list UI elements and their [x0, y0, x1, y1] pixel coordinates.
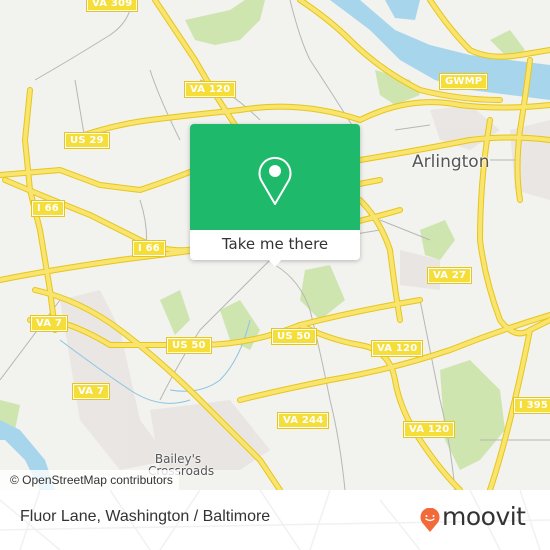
destination-popup: Take me there — [190, 124, 360, 267]
route-shield-va-309: VA 309 — [85, 0, 139, 12]
moovit-pin-icon — [420, 508, 440, 532]
location-title: Fluor Lane, Washington / Baltimore — [20, 508, 271, 525]
take-me-there-button[interactable]: Take me there — [190, 230, 360, 260]
popup-header — [190, 124, 360, 230]
route-shield-va-7: VA 7 — [71, 383, 111, 400]
place-label-arlington: Arlington — [412, 152, 490, 172]
popup-pointer — [267, 258, 283, 267]
route-shield-us-29: US 29 — [64, 132, 110, 149]
map-attribution[interactable]: © OpenStreetMap contributors — [0, 470, 179, 490]
moovit-wordmark: moovit — [442, 502, 526, 531]
route-shield-va-120: VA 120 — [402, 421, 456, 438]
route-shield-us-50: US 50 — [271, 328, 317, 345]
route-shield-us-50: US 50 — [166, 337, 212, 354]
route-shield-va-244: VA 244 — [276, 412, 330, 429]
route-shield-va-27: VA 27 — [426, 267, 473, 284]
route-shield-i-66: I 66 — [132, 240, 166, 257]
route-shield-va-120: VA 120 — [370, 340, 424, 357]
route-shield-i-395: I 395 — [512, 397, 550, 414]
route-shield-gwmp: GWMP — [438, 73, 489, 90]
location-pin-icon — [258, 156, 292, 205]
route-shield-i-66: I 66 — [31, 200, 65, 217]
route-shield-va-7: VA 7 — [29, 315, 69, 332]
map-canvas[interactable]: VA 309 VA 120 US 29 GWMP I 66 I 66 VA 27… — [0, 0, 550, 490]
route-shield-va-120: VA 120 — [183, 81, 237, 98]
